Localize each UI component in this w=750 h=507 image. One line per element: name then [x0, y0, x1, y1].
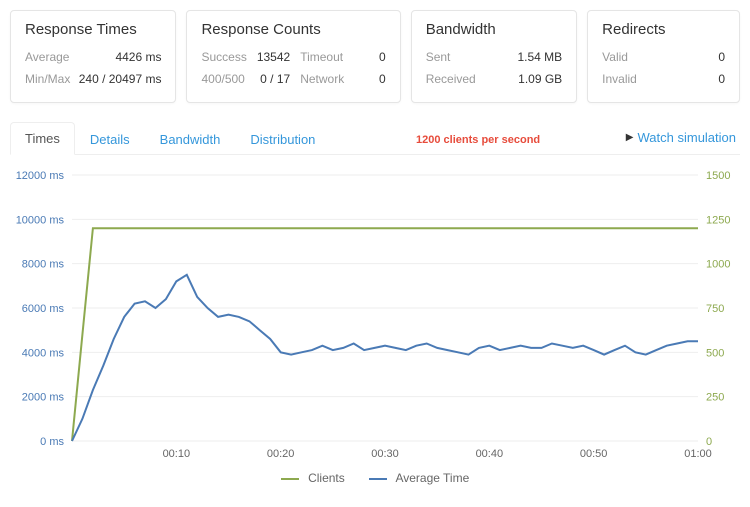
svg-text:2000 ms: 2000 ms [22, 392, 65, 404]
svg-text:00:50: 00:50 [580, 448, 608, 460]
svg-text:250: 250 [706, 392, 724, 404]
svg-text:0 ms: 0 ms [40, 436, 64, 448]
card-title: Redirects [602, 21, 725, 38]
kv-key: Average [25, 46, 69, 68]
kv-key: Invalid [602, 68, 637, 90]
kv-value: 1.09 GB [476, 68, 562, 90]
kv-key: Received [426, 68, 476, 90]
kv-row: Invalid 0 [602, 68, 725, 90]
svg-text:00:40: 00:40 [476, 448, 504, 460]
summary-cards: Response Times Average 4426 ms Min/Max 2… [10, 10, 740, 103]
svg-text:0: 0 [706, 436, 712, 448]
svg-text:00:30: 00:30 [371, 448, 399, 460]
kv-value: 13542 [257, 46, 290, 68]
watch-label: Watch simulation [638, 130, 737, 145]
legend-swatch-clients [281, 478, 299, 480]
svg-text:500: 500 [706, 347, 724, 359]
tab-times[interactable]: Times [10, 122, 75, 155]
svg-text:1250: 1250 [706, 214, 730, 226]
svg-text:750: 750 [706, 303, 724, 315]
kv-key: Valid [602, 46, 628, 68]
kv-key: Min/Max [25, 68, 70, 90]
card-response-counts: Response Counts Success 13542 Timeout 0 … [186, 10, 400, 103]
kv-row: Average 4426 ms [25, 46, 161, 68]
kv-key: Timeout [300, 46, 344, 68]
kv-value: 0 [637, 68, 725, 90]
kv-row: Sent 1.54 MB [426, 46, 562, 68]
legend-item-average-time: Average Time [369, 471, 470, 485]
svg-text:4000 ms: 4000 ms [22, 347, 65, 359]
kv-row: Valid 0 [602, 46, 725, 68]
chart-svg: 0 ms 2000 ms 4000 ms 6000 ms 8000 ms 10000 ms… [10, 165, 740, 465]
card-response-times: Response Times Average 4426 ms Min/Max 2… [10, 10, 176, 103]
legend-swatch-avg [369, 478, 387, 480]
chart: 0 ms 2000 ms 4000 ms 6000 ms 8000 ms 10000 ms… [10, 165, 740, 465]
card-title: Response Counts [201, 21, 385, 38]
kv-key: 400/500 [201, 68, 246, 90]
card-redirects: Redirects Valid 0 Invalid 0 [587, 10, 740, 103]
svg-text:10000 ms: 10000 ms [16, 214, 65, 226]
legend-item-clients: Clients [281, 471, 345, 485]
legend-label: Average Time [395, 471, 469, 485]
svg-text:00:10: 00:10 [163, 448, 191, 460]
kv-grid: Success 13542 Timeout 0 400/500 0 / 17 N… [201, 46, 385, 90]
kv-value: 0 / 17 [257, 68, 290, 90]
kv-value: 0 [628, 46, 725, 68]
play-icon: ▶ [626, 132, 634, 143]
svg-text:8000 ms: 8000 ms [22, 259, 65, 271]
kv-row: Min/Max 240 / 20497 ms [25, 68, 161, 90]
kv-row: Received 1.09 GB [426, 68, 562, 90]
svg-text:1000: 1000 [706, 259, 730, 271]
tab-bandwidth[interactable]: Bandwidth [145, 123, 236, 155]
svg-text:6000 ms: 6000 ms [22, 303, 65, 315]
tab-details[interactable]: Details [75, 123, 145, 155]
kv-value: 1.54 MB [450, 46, 562, 68]
card-title: Response Times [25, 21, 161, 38]
kv-value: 0 [354, 68, 385, 90]
kv-value: 240 / 20497 ms [70, 68, 161, 90]
svg-text:12000 ms: 12000 ms [16, 170, 65, 182]
card-title: Bandwidth [426, 21, 562, 38]
legend-label: Clients [308, 471, 345, 485]
kv-value: 0 [354, 46, 385, 68]
watch-simulation-link[interactable]: ▶ Watch simulation [626, 130, 740, 145]
tabbar: Times Details Bandwidth Distribution 120… [10, 121, 740, 155]
kv-key: Sent [426, 46, 451, 68]
svg-text:01:00: 01:00 [684, 448, 712, 460]
kv-value: 4426 ms [69, 46, 161, 68]
kv-key: Success [201, 46, 246, 68]
tab-distribution[interactable]: Distribution [235, 123, 330, 155]
banner-text: 1200 clients per second [330, 130, 625, 146]
svg-text:1500: 1500 [706, 170, 730, 182]
kv-key: Network [300, 68, 344, 90]
legend: Clients Average Time [10, 471, 740, 485]
svg-text:00:20: 00:20 [267, 448, 295, 460]
card-bandwidth: Bandwidth Sent 1.54 MB Received 1.09 GB [411, 10, 577, 103]
